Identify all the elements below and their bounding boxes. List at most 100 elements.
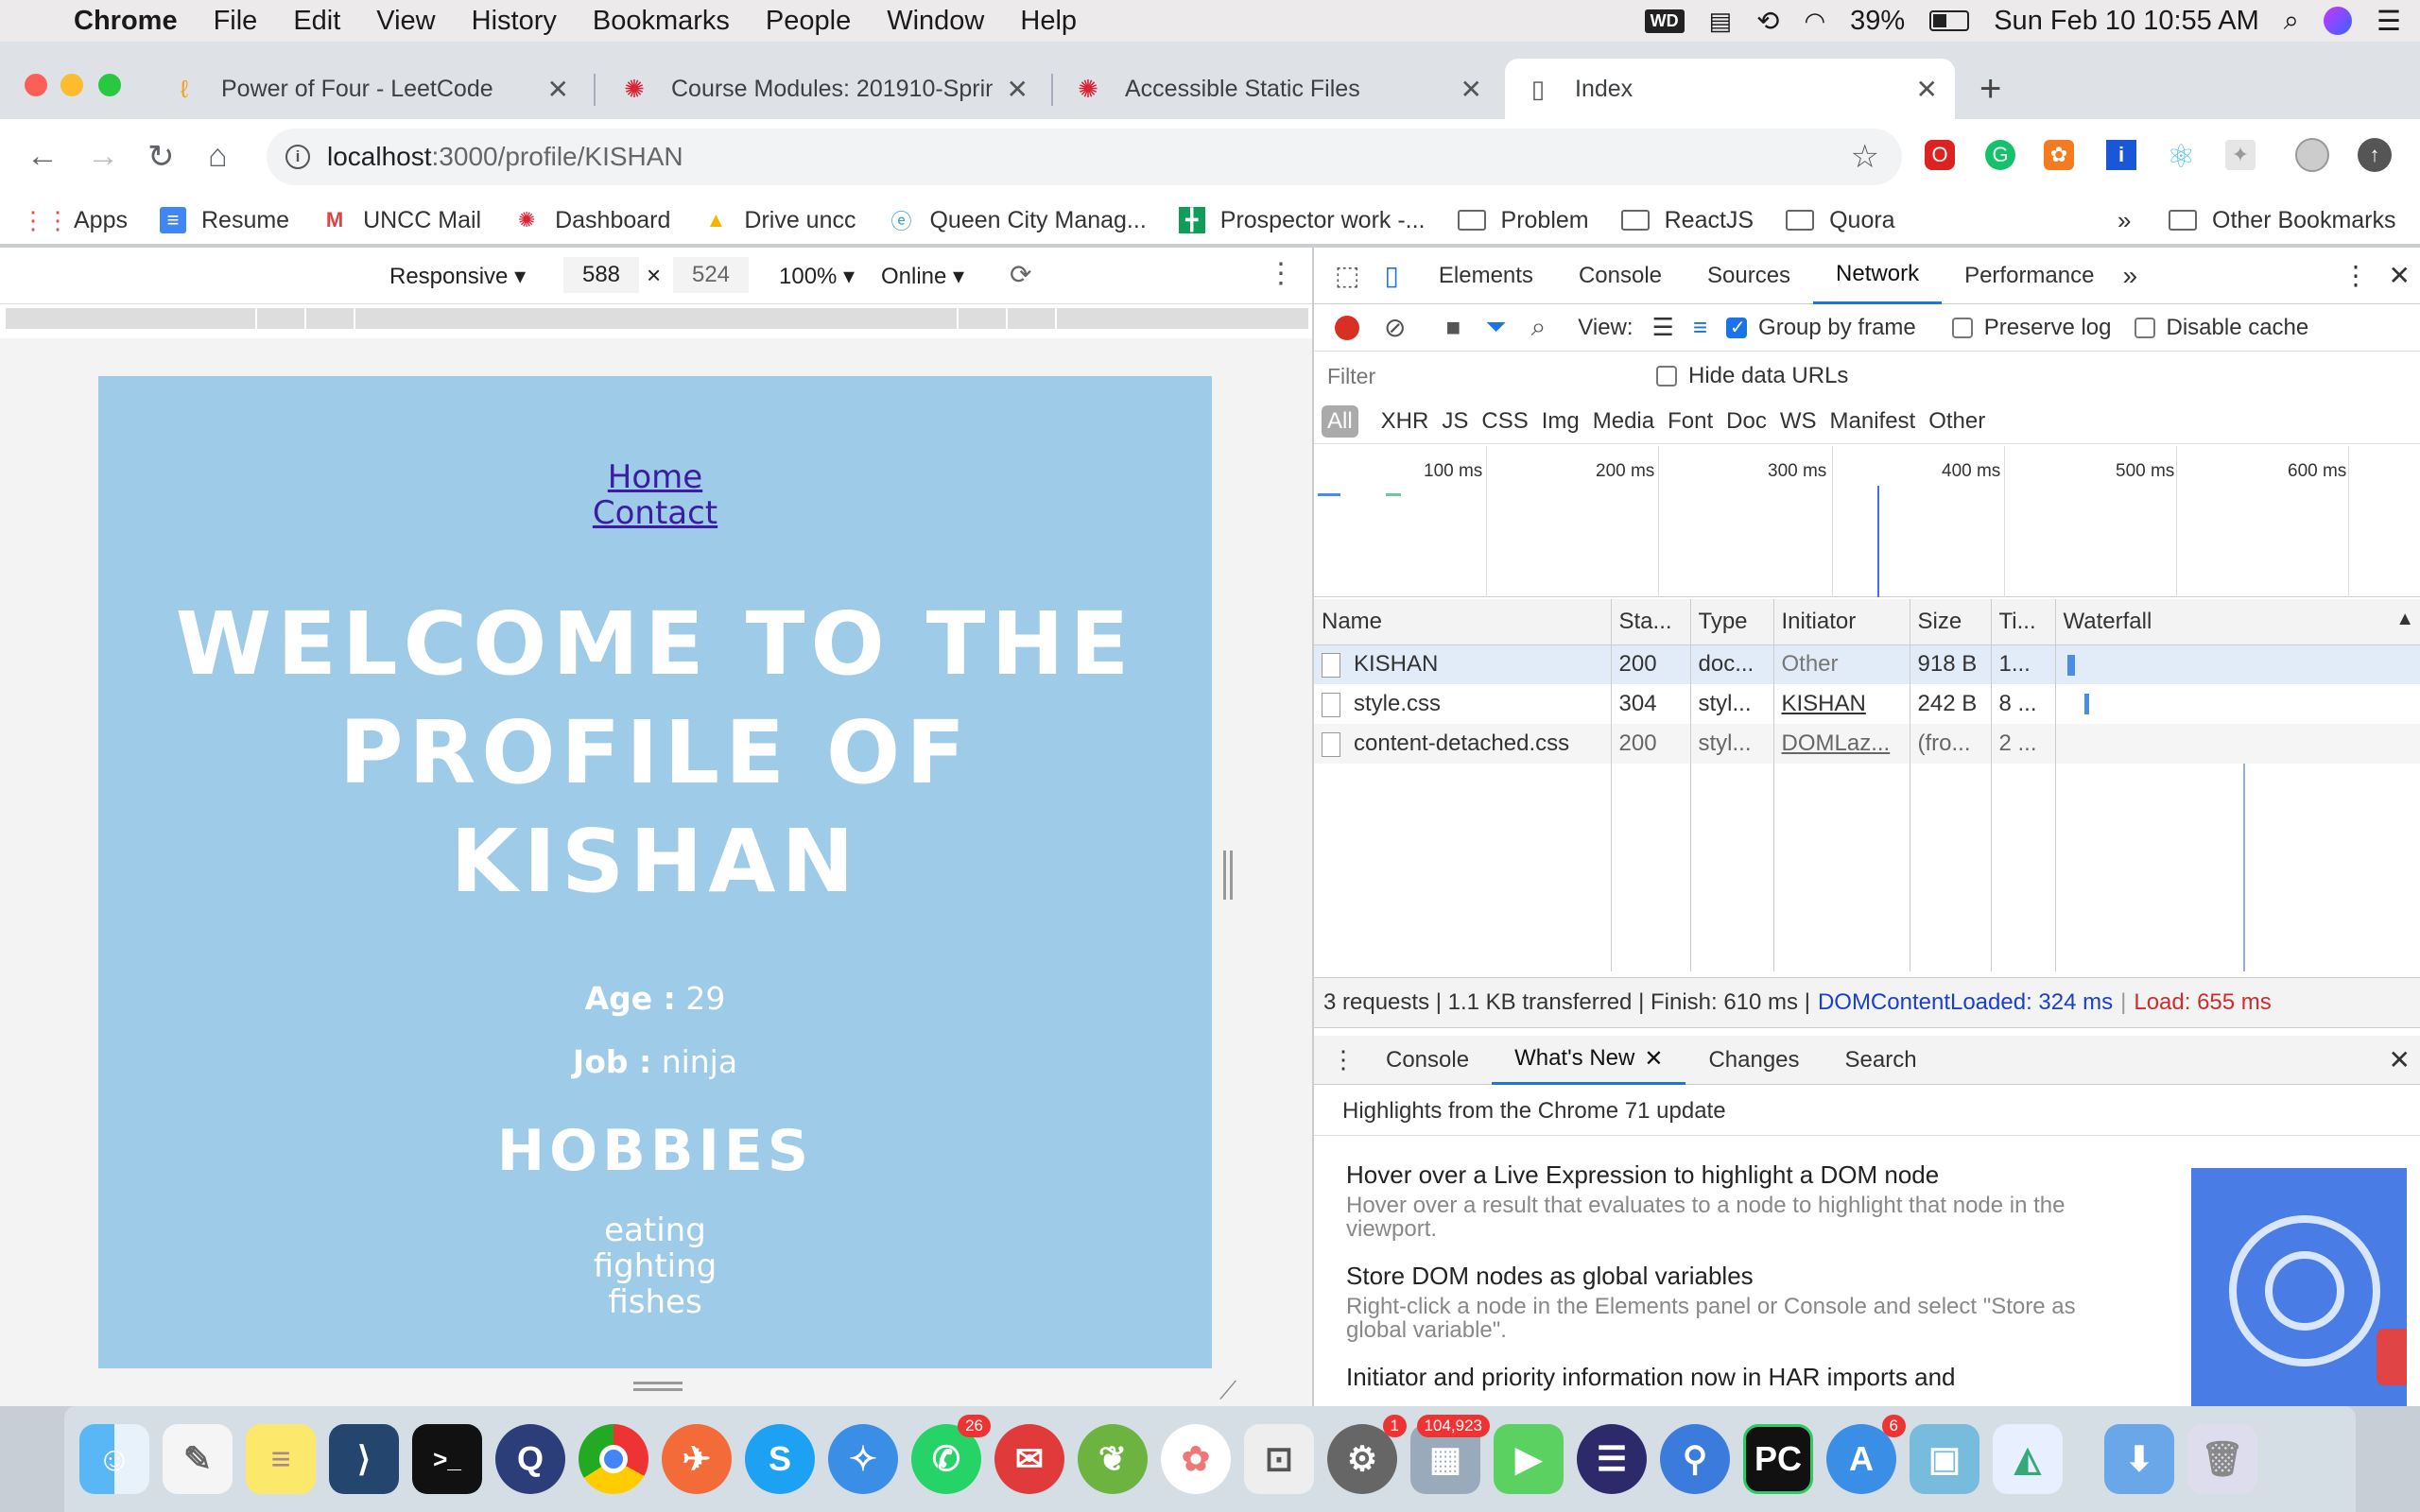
type-img[interactable]: Img	[1542, 408, 1580, 435]
screenshot-icon[interactable]: ■	[1445, 313, 1461, 342]
wd-drive-icon[interactable]: WD	[1644, 9, 1685, 33]
textedit-icon[interactable]: ✎	[163, 1424, 233, 1494]
table-row[interactable]: KISHAN 200 doc... Other 918 B 1...	[1314, 644, 2420, 684]
preview-icon[interactable]: ▦ 104,923	[1410, 1415, 1490, 1494]
menu-edit[interactable]: Edit	[293, 6, 340, 37]
type-css[interactable]: CSS	[1481, 408, 1528, 435]
news-title[interactable]: Store DOM nodes as global variables	[1346, 1263, 2083, 1289]
rotate-icon[interactable]: ⟳	[1010, 259, 1031, 290]
preserve-log-checkbox[interactable]	[1951, 317, 1973, 338]
device-mode-select[interactable]: Responsive ▾	[389, 263, 526, 290]
network-overview-timeline[interactable]: 100 ms 200 ms 300 ms 400 ms 500 ms 600 m…	[1314, 446, 2420, 597]
chrome-icon[interactable]	[579, 1424, 648, 1494]
menu-app-name[interactable]: Chrome	[74, 6, 178, 37]
photos-icon[interactable]: ✿	[1161, 1424, 1231, 1494]
reload-icon[interactable]: ↻	[147, 138, 175, 176]
large-rows-icon[interactable]: ☰	[1652, 313, 1674, 342]
app-store-icon[interactable]: A6	[1826, 1415, 1906, 1494]
tab-leetcode[interactable]: ℓ Power of Four - LeetCode ✕	[151, 59, 586, 119]
bookmark-folder-problem[interactable]: Problem	[1457, 207, 1589, 234]
type-xhr[interactable]: XHR	[1381, 408, 1429, 435]
wifi-icon[interactable]: ◠	[1804, 7, 1825, 36]
tab-accessible-static-files[interactable]: ✺ Accessible Static Files ✕	[1055, 59, 1499, 119]
skype-icon[interactable]: S	[745, 1424, 815, 1494]
tab-elements[interactable]: Elements	[1416, 248, 1556, 304]
new-tab-button[interactable]: +	[1979, 68, 2001, 111]
bookmark-apps[interactable]: ⋮⋮ Apps	[21, 206, 128, 234]
more-options-icon[interactable]: ⋮	[1267, 257, 1295, 290]
battery-icon[interactable]	[1929, 10, 1970, 31]
news-title[interactable]: Hover over a Live Expression to highligh…	[1346, 1162, 2083, 1188]
drawer-tab-search[interactable]: Search	[1823, 1036, 1940, 1085]
type-manifest[interactable]: Manifest	[1830, 408, 1916, 435]
react-devtools-icon[interactable]: ⚛	[2167, 138, 2195, 176]
bookmark-dashboard[interactable]: ✺ Dashboard	[513, 207, 671, 234]
filter-icon[interactable]: ⏷	[1485, 312, 1506, 343]
menu-file[interactable]: File	[214, 6, 258, 37]
bookmark-prospector[interactable]: ╋ Prospector work -...	[1178, 207, 1426, 234]
col-type[interactable]: Type	[1690, 599, 1774, 644]
info-extension-icon[interactable]: i	[2106, 140, 2136, 170]
home-icon[interactable]: ⌂	[208, 138, 228, 175]
system-preferences-icon[interactable]: ⚙ 1	[1327, 1415, 1407, 1494]
menu-window[interactable]: Window	[887, 6, 984, 37]
downloads-folder-icon[interactable]: ⬇	[2104, 1424, 2174, 1494]
notes-icon[interactable]: ≡	[246, 1424, 316, 1494]
pycharm-icon[interactable]: PC	[1743, 1424, 1813, 1494]
type-js[interactable]: JS	[1442, 408, 1468, 435]
tab-console[interactable]: Console	[1556, 248, 1685, 304]
terminal-icon[interactable]: >_	[412, 1424, 482, 1494]
bookmark-uncc-mail[interactable]: M UNCC Mail	[321, 207, 481, 234]
menu-view[interactable]: View	[376, 6, 435, 37]
col-initiator[interactable]: Initiator	[1773, 599, 1910, 644]
tab-network[interactable]: Network	[1813, 248, 1943, 304]
close-tab-icon[interactable]: ✕	[1007, 74, 1028, 105]
close-window-button[interactable]	[25, 74, 47, 96]
close-tab-icon[interactable]: ✕	[1916, 74, 1938, 105]
grammarly-extension-icon[interactable]: G	[1985, 140, 2015, 170]
battery-percent[interactable]: 39%	[1850, 6, 1905, 37]
group-by-frame-checkbox[interactable]	[1726, 316, 1748, 339]
record-button[interactable]	[1335, 315, 1359, 340]
overview-icon[interactable]: ≡	[1693, 313, 1707, 342]
close-tab-icon[interactable]: ✕	[547, 74, 569, 105]
home-link[interactable]: Home	[98, 459, 1212, 495]
tab-performance[interactable]: Performance	[1942, 248, 2117, 304]
spring-icon[interactable]: ❦	[1078, 1424, 1148, 1494]
screenshot-app-icon[interactable]: ⊡	[1244, 1424, 1314, 1494]
table-row[interactable]: style.css 304 styl... KISHAN 242 B 8 ...	[1314, 684, 2420, 724]
close-tab-icon[interactable]: ✕	[1644, 1045, 1663, 1073]
search-icon[interactable]: ⌕	[1531, 312, 1547, 343]
disable-cache-checkbox[interactable]	[2134, 317, 2155, 338]
col-time[interactable]: Ti...	[1991, 599, 2056, 644]
col-size[interactable]: Size	[1910, 599, 1992, 644]
viewport-resize-handle[interactable]	[1223, 850, 1233, 900]
minimize-window-button[interactable]	[60, 74, 83, 96]
bookmark-star-icon[interactable]: ☆	[1851, 138, 1879, 176]
notification-center-icon[interactable]: ☰	[2377, 5, 2401, 38]
filter-input[interactable]	[1322, 359, 1634, 393]
viewport-corner-handle[interactable]: ⟋	[1219, 1376, 1236, 1406]
forward-icon[interactable]: →	[87, 138, 119, 175]
device-width-input[interactable]: 588	[563, 257, 639, 293]
finder-icon[interactable]: ☺	[79, 1424, 149, 1494]
hide-data-urls-checkbox[interactable]	[1656, 366, 1677, 387]
back-icon[interactable]: ←	[26, 138, 59, 175]
vscode-icon[interactable]: ⟩	[329, 1424, 399, 1494]
network-throttle-select[interactable]: Online ▾	[881, 263, 964, 290]
type-media[interactable]: Media	[1593, 408, 1654, 435]
drawer-tab-changes[interactable]: Changes	[1685, 1036, 1822, 1085]
drawer-menu-icon[interactable]: ⋮	[1331, 1045, 1356, 1074]
more-tabs-icon[interactable]: »	[2122, 261, 2137, 291]
quicktime-icon[interactable]: Q	[495, 1424, 565, 1494]
news-title[interactable]: Initiator and priority information now i…	[1346, 1365, 2083, 1390]
contact-link[interactable]: Contact	[98, 495, 1212, 531]
type-font[interactable]: Font	[1668, 408, 1713, 435]
close-tab-icon[interactable]: ✕	[1461, 74, 1482, 105]
eclipse-icon[interactable]: ☰	[1577, 1424, 1647, 1494]
drawer-tab-whats-new[interactable]: What's New ✕	[1492, 1036, 1686, 1085]
time-machine-icon[interactable]: ⟲	[1756, 5, 1779, 38]
opera-extension-icon[interactable]: O	[1925, 140, 1955, 170]
inspect-element-icon[interactable]: ⬚	[1335, 260, 1359, 291]
siri-icon[interactable]	[2324, 7, 2352, 35]
